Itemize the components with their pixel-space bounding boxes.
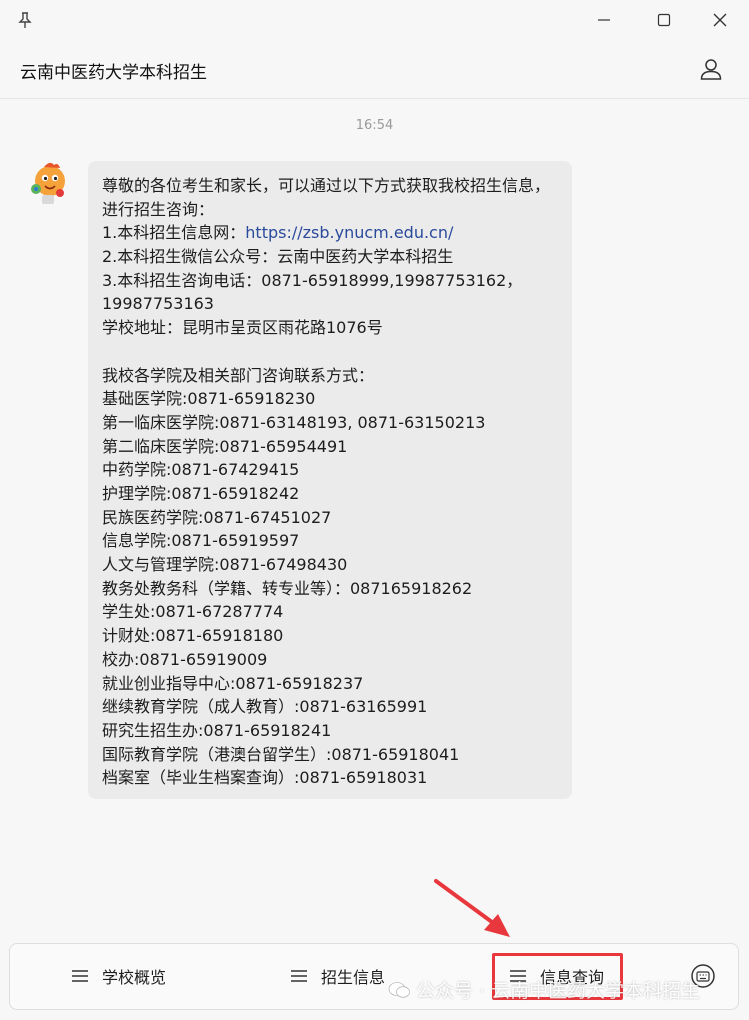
contacts-heading: 我校各学院及相关部门咨询联系方式： (102, 365, 375, 385)
maximize-icon[interactable] (654, 10, 674, 30)
contact-line: 国际教育学院（港澳台留学生）:0871-65918041 (102, 744, 460, 764)
phone-line: 3.本科招生咨询电话：0871-65918999,19987753162，199… (102, 270, 523, 314)
message-text: 尊敬的各位考生和家长，可以通过以下方式获取我校招生信息，进行招生咨询： 1.本科… (102, 174, 564, 790)
website-label: 1.本科招生信息网： (102, 223, 246, 243)
window-titlebar (0, 0, 749, 40)
contact-line: 就业创业指导中心:0871-65918237 (102, 673, 364, 693)
website-line: 1.本科招生信息网：https://zsb.ynucm.edu.cn/ (102, 221, 564, 245)
message-intro: 尊敬的各位考生和家长，可以通过以下方式获取我校招生信息，进行招生咨询： (102, 176, 551, 219)
contact-line: 教务处教务科（学籍、转专业等）：087165918262 (102, 578, 473, 598)
contact-line: 研究生招生办:0871-65918241 (102, 720, 332, 740)
menu-item-admission-info[interactable]: 招生信息 (291, 956, 385, 996)
contact-line: 第一临床医学院:0871-63148193, 0871-63150213 (102, 412, 486, 432)
contact-line: 基础医学院:0871-65918230 (102, 389, 316, 409)
contact-line: 校办:0871-65919009 (102, 649, 268, 669)
contact-line: 继续教育学院（成人教育）:0871-63165991 (102, 697, 428, 717)
contact-line: 民族医药学院:0871-67451027 (102, 507, 332, 527)
app-header: 云南中医药大学本科招生 (0, 40, 749, 99)
watermark-text: 公众号 · 云南中医药大学本科招生 (416, 980, 701, 1002)
watermark: 公众号 · 云南中医药大学本科招生 (388, 976, 700, 1003)
menu-lines-icon (291, 970, 307, 982)
contact-line: 第二临床医学院:0871-65954491 (102, 436, 348, 456)
wechat-line: 2.本科招生微信公众号：云南中医药大学本科招生 (102, 247, 454, 267)
pin-icon[interactable] (16, 11, 34, 29)
app-title: 云南中医药大学本科招生 (20, 63, 207, 83)
contact-line: 计财处:0871-65918180 (102, 626, 284, 646)
close-icon[interactable] (710, 10, 730, 30)
minimize-icon[interactable] (594, 10, 614, 30)
contact-line: 护理学院:0871-65918242 (102, 484, 300, 503)
message-timestamp: 16:54 (355, 118, 394, 133)
menu-lines-icon (72, 970, 88, 982)
contact-line: 信息学院:0871-65919597 (102, 531, 300, 551)
menu-item-school-overview[interactable]: 学校概览 (72, 956, 166, 996)
mascot-avatar[interactable] (24, 159, 72, 207)
menu-item-label: 招生信息 (321, 968, 386, 987)
menu-item-label: 学校概览 (102, 968, 167, 987)
contact-line: 学生处:0871-67287774 (102, 602, 284, 622)
contact-line: 人文与管理学院:0871-67498430 (102, 555, 348, 575)
address-line: 学校地址：昆明市呈贡区雨花路1076号 (102, 318, 383, 338)
website-link[interactable]: https://zsb.ynucm.edu.cn/ (245, 223, 453, 242)
contact-line: 中药学院:0871-67429415 (102, 460, 300, 480)
person-icon[interactable] (698, 56, 724, 82)
wechat-icon (388, 981, 410, 998)
contact-line: 档案室（毕业生档案查询）:0871-65918031 (102, 768, 428, 788)
